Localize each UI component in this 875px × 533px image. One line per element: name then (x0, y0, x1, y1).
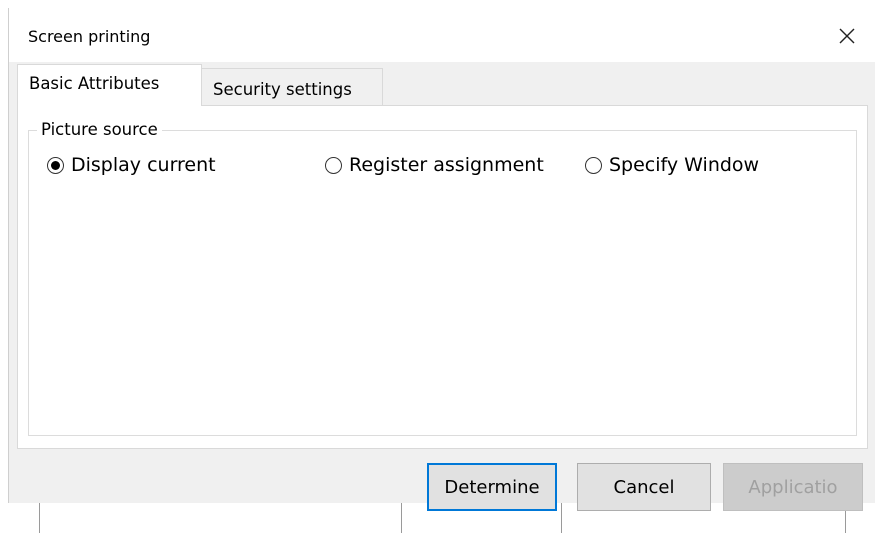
tab-panel-basic-attributes: Picture source Display current Register … (17, 105, 868, 449)
group-legend: Picture source (37, 119, 162, 141)
radio-label: Specify Window (609, 154, 760, 176)
screen-printing-dialog: Screen printing Basic Attributes Securit… (8, 8, 875, 511)
tab-label: Basic Attributes (29, 74, 160, 93)
radio-label: Display current (71, 154, 216, 176)
picture-source-group: Picture source Display current Register … (28, 119, 857, 436)
title-bar: Screen printing (9, 8, 875, 62)
radio-label: Register assignment (349, 154, 544, 176)
cancel-button[interactable]: Cancel (577, 463, 711, 511)
radio-register-assignment[interactable]: Register assignment (325, 153, 544, 177)
radio-display-current[interactable]: Display current (47, 153, 216, 177)
radio-unselected-icon (585, 156, 602, 174)
background-grid-line (39, 502, 40, 533)
tab-label: Security settings (213, 80, 352, 99)
tab-basic-attributes[interactable]: Basic Attributes (17, 64, 202, 106)
radio-dot-icon (51, 160, 60, 170)
determine-button[interactable]: Determine (427, 463, 557, 511)
radio-specify-window[interactable]: Specify Window (585, 153, 759, 177)
radio-unselected-icon (325, 156, 342, 174)
tab-security-settings[interactable]: Security settings (202, 68, 383, 106)
apply-button[interactable]: Applicatio (723, 463, 863, 511)
close-icon (839, 28, 855, 44)
radio-selected-icon (47, 156, 64, 174)
background-grid-line (401, 502, 402, 533)
close-button[interactable] (827, 18, 867, 54)
background-grid-line (561, 502, 562, 533)
dialog-title: Screen printing (28, 27, 151, 46)
